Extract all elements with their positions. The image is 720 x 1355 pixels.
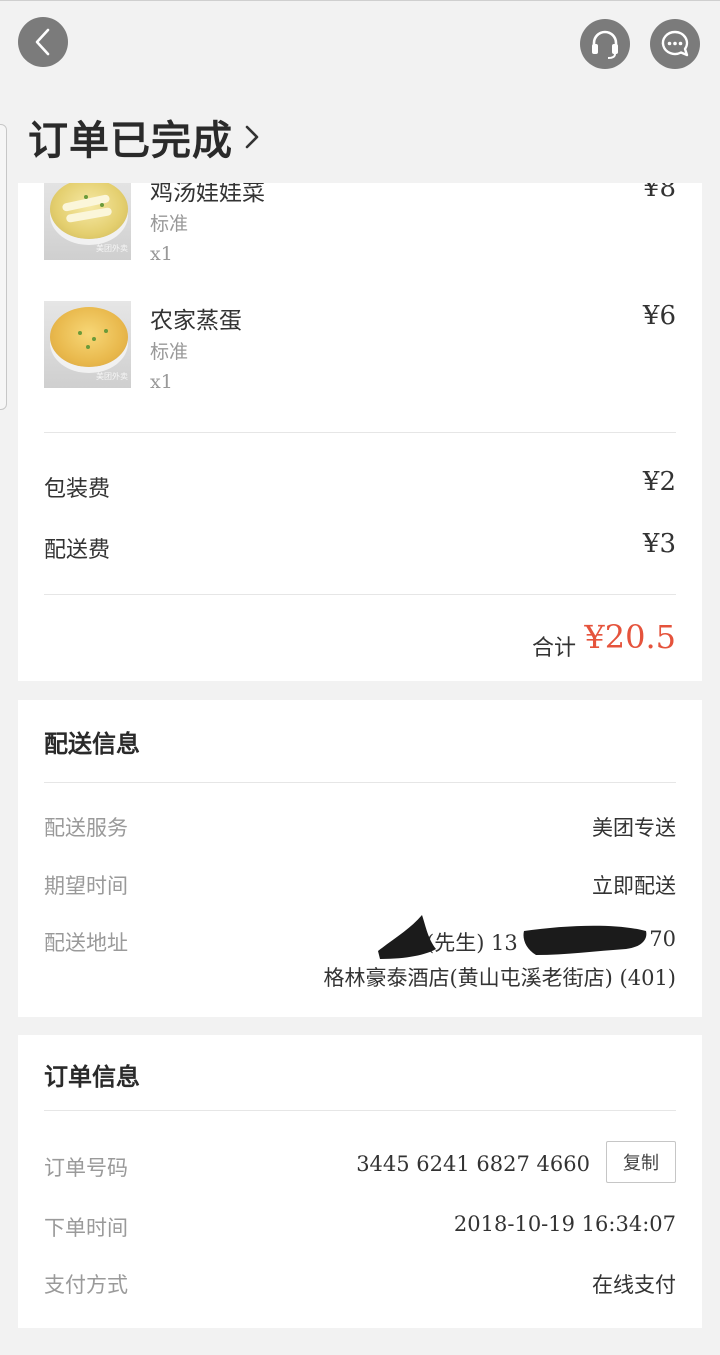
order-time-value: 2018-10-19 16:34:07 (453, 1212, 676, 1236)
expected-time-value: 立即配送 (592, 874, 676, 898)
address-contact-line: (先生) 13 70 (376, 915, 676, 959)
section-title: 订单信息 (44, 1062, 140, 1091)
image-watermark: 美团外卖 (96, 244, 128, 253)
drawer-handle[interactable] (0, 124, 7, 410)
delivery-address-label: 配送地址 (44, 931, 128, 955)
delivery-fee-value: ¥3 (642, 529, 676, 559)
item-spec: 标准 (150, 341, 189, 363)
item-name: 农家蒸蛋 (150, 308, 242, 334)
item-price: ¥6 (642, 301, 676, 331)
divider (44, 432, 676, 433)
delivery-fee-label: 配送费 (44, 538, 111, 563)
divider (44, 782, 676, 783)
item-quantity: x1 (150, 243, 173, 265)
headset-icon (592, 30, 618, 59)
item-image: 美团外卖 (44, 301, 131, 388)
divider (44, 1110, 676, 1111)
order-info-card: 订单信息 订单号码 3445 6241 6827 4660 复制 下单时间 20… (18, 1035, 702, 1328)
back-button[interactable] (18, 17, 68, 67)
status-divider (0, 0, 720, 1)
delivery-service-value: 美团专送 (592, 816, 676, 840)
item-spec: 标准 (150, 213, 189, 235)
copy-button-label: 复制 (623, 1153, 659, 1174)
payment-method-label: 支付方式 (44, 1273, 128, 1297)
order-items-card: 美团外卖 鸡汤娃娃菜 标准 x1 ¥8 美团外卖 农家蒸蛋 标准 x1 ¥6 包… (18, 183, 702, 681)
divider (44, 594, 676, 595)
chat-icon (661, 30, 689, 57)
image-watermark: 美团外卖 (96, 372, 128, 381)
payment-method-value: 在线支付 (592, 1273, 676, 1297)
expected-time-label: 期望时间 (44, 874, 128, 898)
item-price: ¥8 (642, 183, 676, 203)
redaction-mark (378, 915, 647, 959)
message-button[interactable] (650, 19, 700, 69)
packaging-fee-value: ¥2 (642, 467, 676, 497)
item-name: 鸡汤娃娃菜 (150, 183, 265, 206)
total-price: ¥20.5 (584, 618, 676, 656)
copy-button[interactable]: 复制 (606, 1141, 676, 1183)
section-title: 配送信息 (44, 729, 140, 758)
order-status-link[interactable]: 订单已完成 (28, 108, 261, 166)
total-label: 合计 (531, 636, 576, 661)
list-item[interactable]: 美团外卖 鸡汤娃娃菜 标准 x1 ¥8 (44, 183, 676, 265)
item-image: 美团外卖 (44, 183, 131, 260)
delivery-address: 格林豪泰酒店(黄山屯溪老街店) (401) (323, 966, 676, 990)
order-time-label: 下单时间 (44, 1216, 128, 1240)
back-icon (35, 28, 50, 56)
item-quantity: x1 (150, 371, 173, 393)
list-item[interactable]: 美团外卖 农家蒸蛋 标准 x1 ¥6 (44, 301, 676, 393)
page-title: 订单已完成 (28, 117, 233, 164)
order-number-value: 3445 6241 6827 4660 (356, 1152, 590, 1176)
chevron-right-icon (245, 125, 259, 149)
customer-service-button[interactable] (580, 19, 630, 69)
packaging-fee-label: 包装费 (44, 477, 111, 502)
delivery-info-card: 配送信息 配送服务 美团专送 期望时间 立即配送 配送地址 (先生) 13 70… (18, 700, 702, 1017)
order-number-label: 订单号码 (44, 1156, 128, 1180)
delivery-service-label: 配送服务 (44, 816, 128, 840)
